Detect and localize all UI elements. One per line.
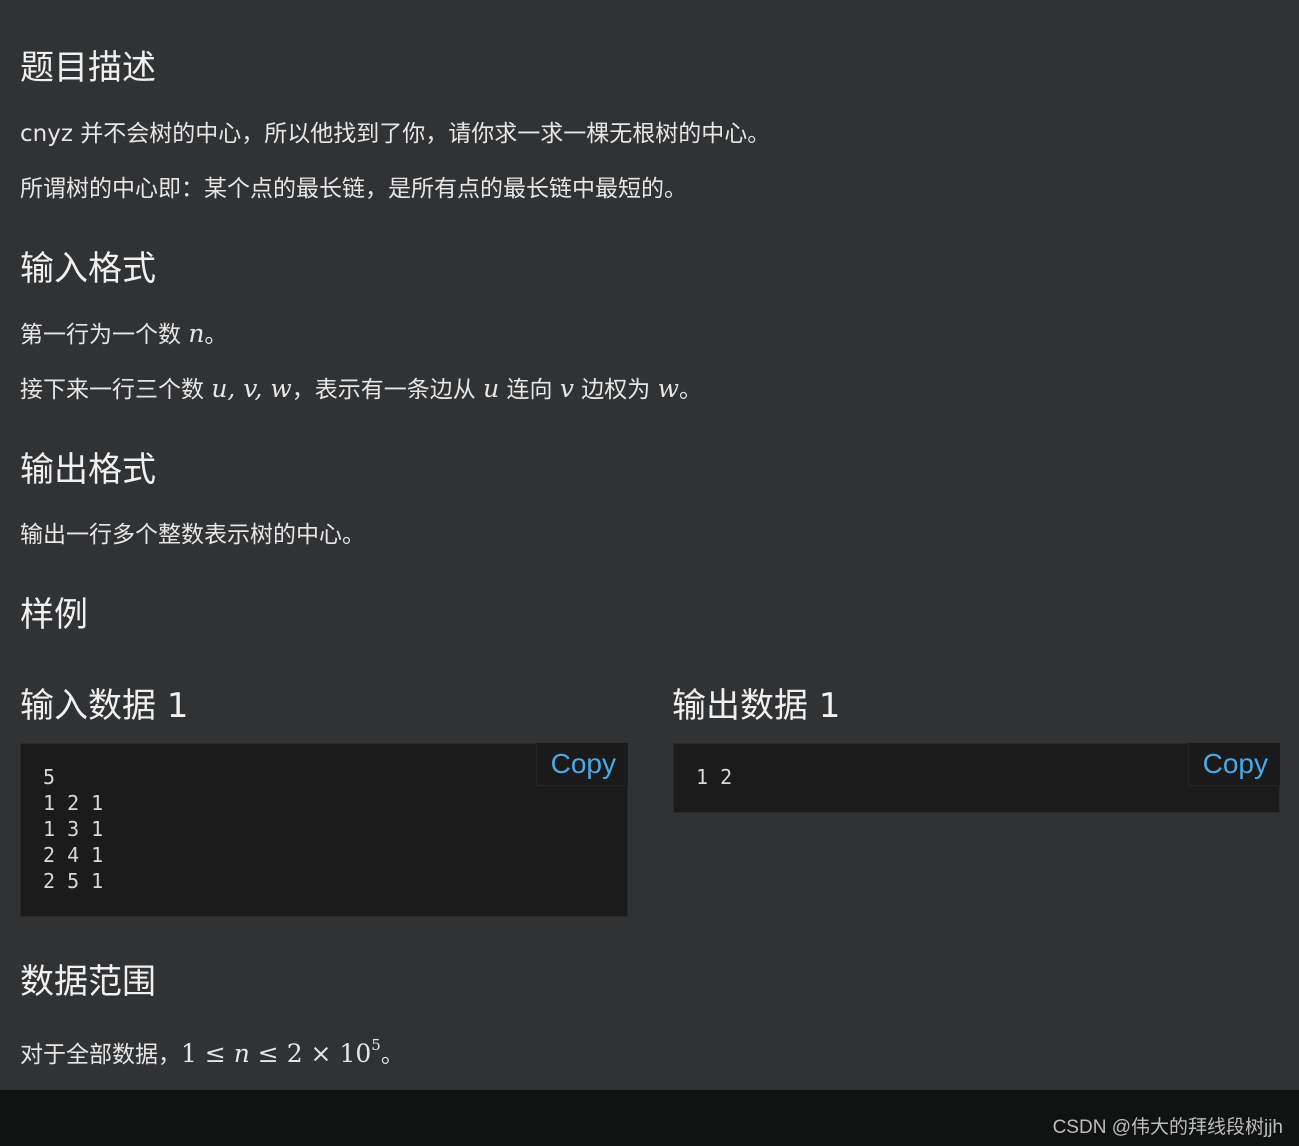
range-text: 对于全部数据，: [20, 1042, 181, 1068]
input-format-line-2-c: 连向: [499, 377, 560, 403]
output-format-paragraph: 输出一行多个整数表示树的中心。: [20, 522, 365, 548]
sample-input-title: 输入数据 1: [20, 686, 189, 726]
math-u: u: [483, 374, 500, 403]
range-end: 。: [380, 1042, 404, 1068]
range-math-n: n: [233, 1039, 250, 1068]
sample-input-codebox: 5 1 2 1 1 3 1 2 4 1 2 5 1 Copy: [20, 743, 628, 917]
sample-output-title: 输出数据 1: [672, 686, 841, 726]
math-uvw: u, v, w: [211, 374, 292, 403]
footer-bar: CSDN @伟大的拜线段树jjh: [0, 1090, 1299, 1146]
math-n: n: [188, 319, 205, 348]
section-title-input-format: 输入格式: [20, 249, 156, 289]
input-format-line-2-d: 边权为: [573, 377, 658, 403]
sample-output-codebox: 1 2 Copy: [673, 743, 1280, 813]
problem-page: 题目描述 cnyz 并不会树的中心，所以他找到了你，请你求一求一棵无根树的中心。…: [0, 0, 1299, 1090]
input-format-line-2-b: ，表示有一条边从: [291, 377, 484, 403]
math-v: v: [559, 374, 574, 403]
input-format-line-2: 接下来一行三个数 u, v, w，表示有一条边从 u 连向 v 边权为 w。: [20, 374, 702, 405]
section-title-range: 数据范围: [20, 962, 156, 1002]
input-format-line-1-end: 。: [204, 322, 228, 348]
range-math-exponent: 5: [371, 1036, 381, 1054]
input-format-line-2-e: 。: [678, 377, 702, 403]
copy-input-button[interactable]: Copy: [535, 743, 628, 786]
math-w: w: [657, 374, 679, 403]
section-title-samples: 样例: [20, 595, 88, 635]
range-math-a: 1 ≤: [181, 1039, 234, 1068]
range-paragraph: 对于全部数据，1 ≤ n ≤ 2 × 105。: [20, 1030, 404, 1070]
section-title-output-format: 输出格式: [20, 450, 156, 490]
copy-output-button[interactable]: Copy: [1187, 743, 1280, 786]
description-paragraph-2: 所谓树的中心即：某个点的最长链，是所有点的最长链中最短的。: [20, 176, 687, 202]
csdn-watermark: CSDN @伟大的拜线段树jjh: [1052, 1117, 1283, 1138]
input-format-line-1: 第一行为一个数 n。: [20, 319, 227, 350]
input-format-line-2-a: 接下来一行三个数: [20, 377, 212, 403]
section-title-description: 题目描述: [20, 48, 156, 88]
range-math-b: ≤ 2 × 10: [249, 1039, 372, 1068]
description-paragraph-1: cnyz 并不会树的中心，所以他找到了你，请你求一求一棵无根树的中心。: [20, 121, 771, 147]
input-format-line-1-text: 第一行为一个数: [20, 322, 189, 348]
